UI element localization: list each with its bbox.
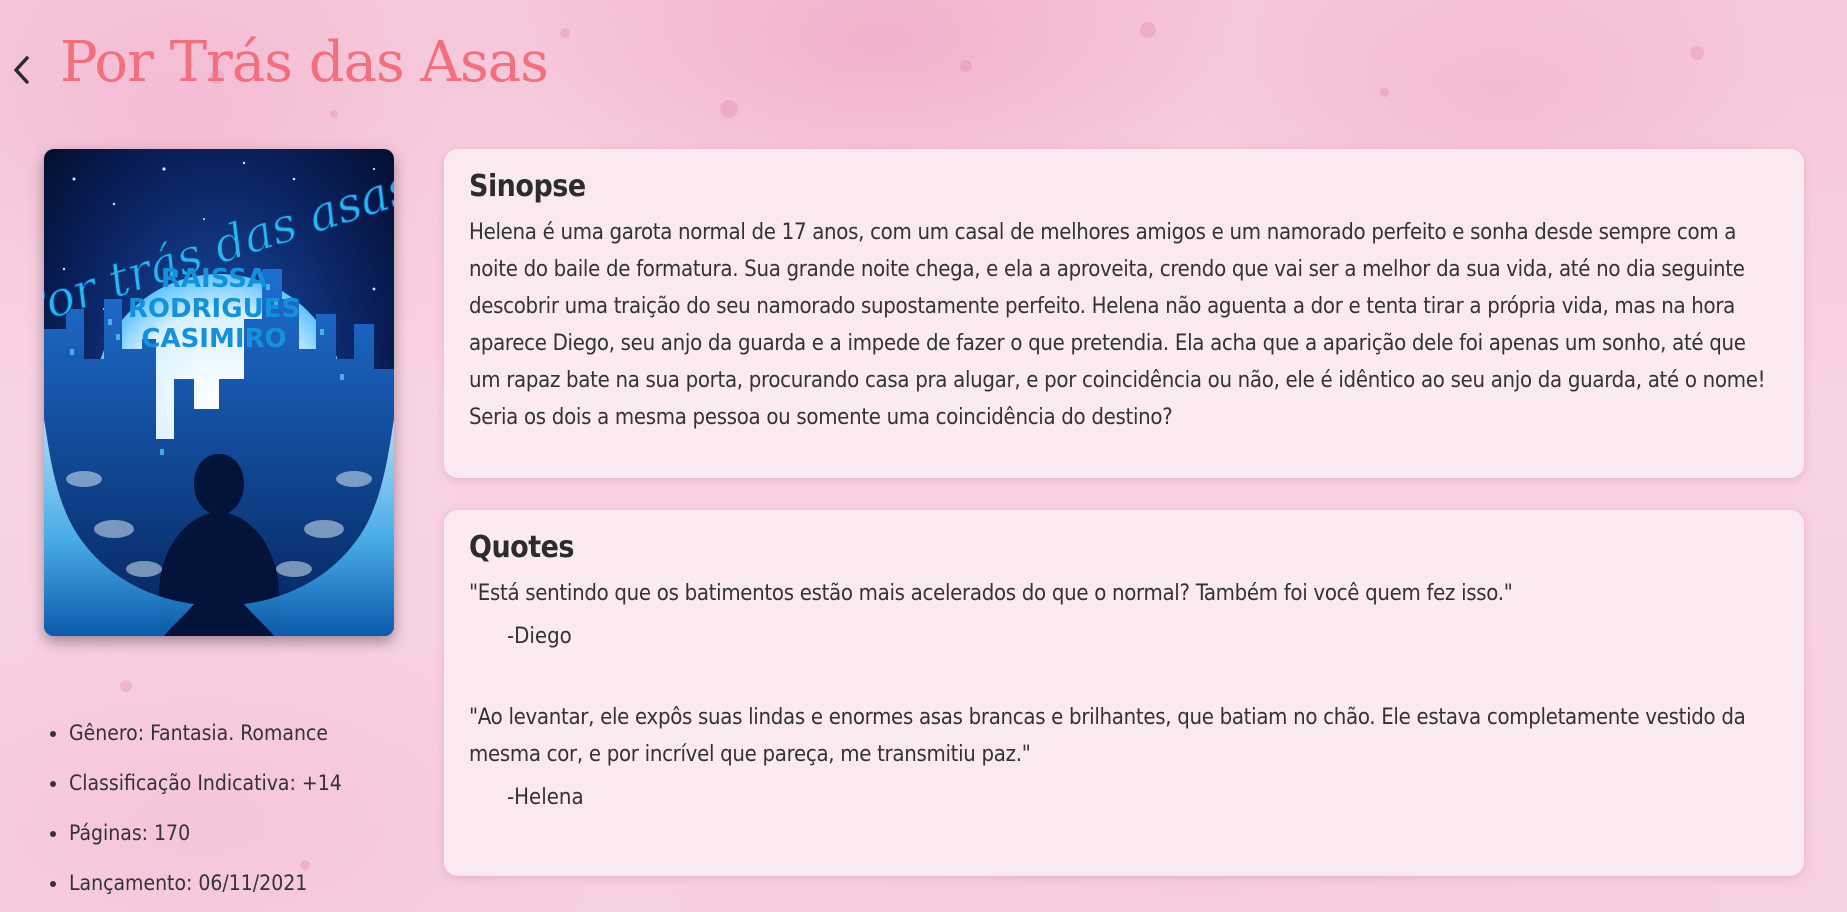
book-cover: Por trás das asas RAISSA RODRIGUES CASIM…: [44, 149, 394, 636]
cover-author: RAISSA: [161, 264, 267, 294]
background-splat: [720, 100, 738, 118]
info-pages: Páginas: 170: [69, 812, 342, 862]
background-splat: [1690, 46, 1704, 60]
quote-text: "Ao levantar, ele expôs suas lindas e en…: [469, 705, 1746, 767]
page-title: Por Trás das Asas: [60, 30, 549, 95]
background-splat: [960, 60, 972, 72]
cover-author: RODRIGUES: [128, 294, 300, 324]
quotes-title: Quotes: [469, 530, 575, 565]
quote-author: -Helena: [507, 785, 584, 810]
info-release-date: Lançamento: 06/11/2021: [69, 862, 342, 912]
info-rating: Classificação Indicativa: +14: [69, 762, 342, 812]
quotes-card: Quotes "Está sentindo que os batimentos …: [444, 510, 1804, 876]
background-splat: [560, 28, 570, 38]
synopsis-card: Sinopse Helena é uma garota normal de 17…: [444, 149, 1804, 478]
back-button[interactable]: [6, 48, 38, 92]
quote-text: "Está sentindo que os batimentos estão m…: [469, 581, 1513, 606]
cover-author: CASIMIRO: [141, 324, 286, 354]
info-genre: Gênero: Fantasia. Romance: [69, 712, 342, 762]
background-splat: [330, 110, 338, 118]
background-splat: [1380, 88, 1389, 97]
book-info-list: Gênero: Fantasia. Romance Classificação …: [44, 712, 342, 912]
background-splat: [1140, 22, 1156, 38]
quote-author: -Diego: [507, 624, 572, 649]
synopsis-text: Helena é uma garota normal de 17 anos, c…: [469, 220, 1766, 430]
background-splat: [120, 680, 132, 692]
chevron-left-icon: [14, 56, 29, 84]
synopsis-title: Sinopse: [469, 169, 586, 204]
